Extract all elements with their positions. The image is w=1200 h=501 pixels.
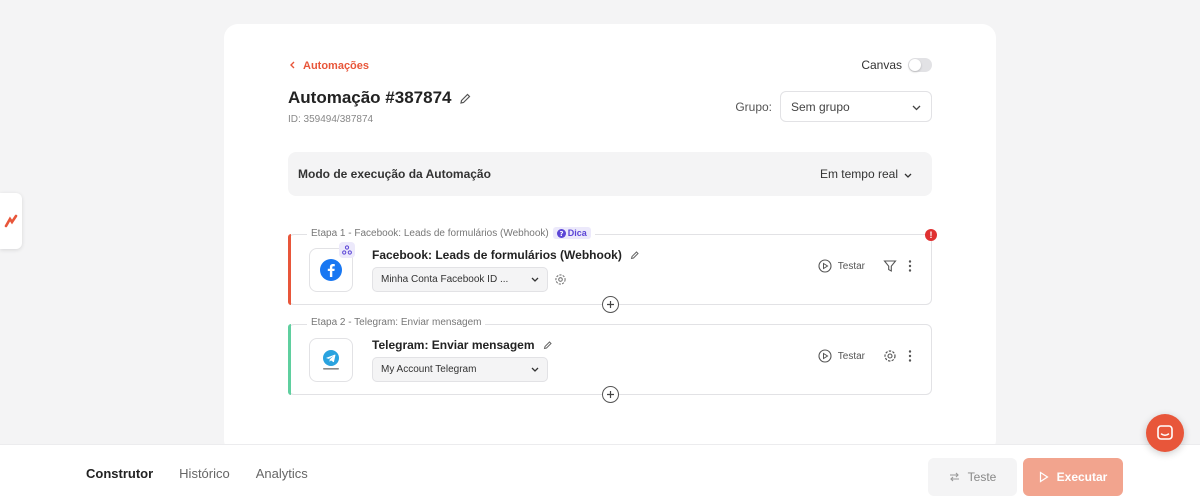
test-step-button[interactable]: Testar (818, 349, 865, 363)
bottom-bar: Construtor Histórico Analytics Teste Exe… (0, 444, 1200, 501)
run-button[interactable]: Executar (1023, 458, 1123, 496)
step-title-group: Facebook: Leads de formulários (Webhook) (372, 248, 640, 262)
execution-mode-bar: Modo de execução da Automação Em tempo r… (288, 152, 932, 196)
chevron-down-icon (531, 364, 539, 375)
step-card-2[interactable]: Etapa 2 - Telegram: Enviar mensagem Tele… (288, 317, 932, 403)
account-select-value: Minha Conta Facebook ID ... (381, 274, 509, 285)
step-caption: Etapa 2 - Telegram: Enviar mensagem (307, 317, 486, 328)
gear-icon[interactable] (883, 349, 897, 363)
builder-tabs: Construtor Histórico Analytics (86, 445, 308, 501)
pencil-icon[interactable] (543, 340, 553, 350)
play-circle-icon (818, 259, 832, 273)
step-actions: Testar (818, 259, 913, 273)
step-title-group: Telegram: Enviar mensagem (372, 338, 553, 352)
tab-analytics[interactable]: Analytics (256, 466, 308, 481)
canvas-label: Canvas (861, 58, 902, 72)
tip-badge[interactable]: ? Dica (552, 227, 591, 239)
step-app-icon (309, 338, 353, 382)
run-button-label: Executar (1056, 470, 1108, 484)
webhook-icon (339, 242, 355, 258)
canvas-toggle-group: Canvas (861, 58, 932, 72)
svg-text:?: ? (559, 230, 563, 238)
account-select[interactable]: My Account Telegram (372, 357, 548, 382)
pencil-icon[interactable] (630, 250, 640, 260)
step-accent (288, 324, 291, 395)
add-step-button[interactable] (602, 296, 619, 313)
chevron-down-icon (904, 167, 912, 181)
plus-icon (607, 391, 614, 398)
tab-history[interactable]: Histórico (179, 466, 230, 481)
test-button[interactable]: Teste (928, 458, 1017, 496)
automation-id: ID: 359494/387874 (288, 114, 374, 125)
group-field: Grupo: Sem grupo (735, 91, 932, 122)
back-link-label: Automações (303, 60, 370, 72)
chat-icon (1157, 425, 1173, 440)
play-icon (1039, 471, 1049, 483)
group-select[interactable]: Sem grupo (780, 91, 932, 122)
back-link[interactable]: Automações (289, 60, 369, 72)
pencil-icon[interactable] (459, 92, 472, 105)
gear-icon[interactable] (554, 273, 567, 286)
test-step-label: Testar (837, 350, 865, 362)
chevron-down-icon (531, 274, 539, 285)
step-caption-text: Etapa 2 - Telegram: Enviar mensagem (311, 317, 482, 328)
play-circle-icon (818, 349, 832, 363)
page-title: Automação #387874 (288, 88, 452, 107)
toggle-knob (909, 59, 921, 71)
account-select[interactable]: Minha Conta Facebook ID ... (372, 267, 548, 292)
facebook-icon (320, 259, 342, 281)
tab-builder[interactable]: Construtor (86, 466, 153, 481)
execution-mode-select[interactable]: Em tempo real (820, 167, 912, 181)
chevron-left-icon (289, 60, 295, 72)
account-select-value: My Account Telegram (381, 364, 477, 375)
side-panel-tab[interactable] (0, 193, 22, 249)
step-title: Telegram: Enviar mensagem (372, 338, 535, 352)
brand-logo-icon (4, 214, 18, 228)
group-label: Grupo: (735, 99, 772, 114)
error-badge: ! (925, 229, 937, 241)
more-vertical-icon[interactable] (907, 259, 913, 273)
help-icon: ? (556, 228, 566, 238)
step-title: Facebook: Leads de formulários (Webhook) (372, 248, 622, 262)
page-title-group: Automação #387874 (288, 88, 472, 108)
execution-mode-label: Modo de execução da Automação (298, 167, 491, 181)
canvas-toggle[interactable] (908, 58, 932, 72)
step-card-1[interactable]: Etapa 1 - Facebook: Leads de formulários… (288, 227, 937, 313)
test-button-label: Teste (967, 470, 997, 484)
step-accent (288, 234, 291, 305)
test-step-button[interactable]: Testar (818, 259, 865, 273)
tip-badge-label: Dica (567, 228, 587, 238)
more-vertical-icon[interactable] (907, 349, 913, 363)
test-step-label: Testar (837, 260, 865, 272)
chat-launcher[interactable] (1146, 414, 1184, 452)
automation-card: Automações Canvas Automação #387874 ID: … (224, 24, 996, 454)
step-actions: Testar (818, 349, 913, 363)
filter-icon[interactable] (883, 259, 897, 273)
plus-icon (607, 301, 614, 308)
group-select-value: Sem grupo (791, 99, 850, 114)
add-step-button[interactable] (602, 386, 619, 403)
telegram-icon (323, 350, 339, 370)
step-caption: Etapa 1 - Facebook: Leads de formulários… (307, 227, 595, 239)
execution-mode-value: Em tempo real (819, 167, 898, 181)
swap-icon (949, 472, 959, 482)
step-caption-text: Etapa 1 - Facebook: Leads de formulários… (311, 227, 549, 239)
chevron-down-icon (912, 100, 921, 114)
